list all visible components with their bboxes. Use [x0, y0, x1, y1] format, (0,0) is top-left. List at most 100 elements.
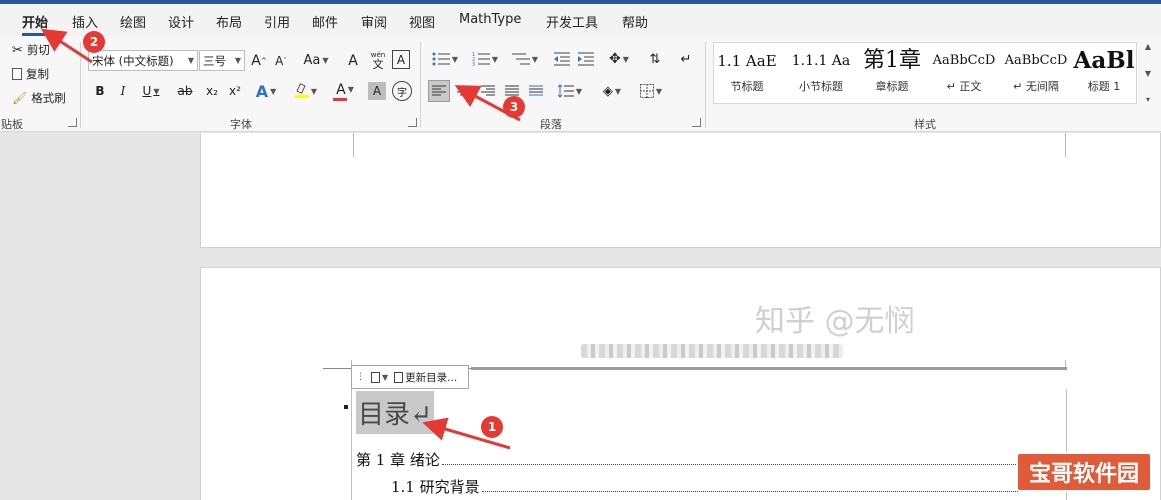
style-sample: AaBbCcD	[932, 53, 996, 68]
chevron-down-icon: ▼	[187, 56, 194, 65]
phonetic-guide-button[interactable]: wén 文	[368, 48, 388, 73]
font-color-button[interactable]: A ▼	[330, 80, 360, 102]
tab-layout[interactable]: 布局	[216, 12, 242, 31]
superscript-button[interactable]: x²	[225, 80, 245, 102]
show-formatting-marks-button[interactable]: ↵	[676, 48, 696, 70]
clear-formatting-button[interactable]: A	[343, 50, 363, 71]
align-left-button[interactable]	[428, 80, 450, 102]
style-chapter-heading[interactable]: 第1章 章标题	[857, 44, 927, 100]
change-case-button[interactable]: Aa ▼	[300, 50, 332, 71]
distributed-button[interactable]	[525, 80, 547, 102]
toc-entry[interactable]: 第 1 章 绪论 7	[356, 449, 1072, 470]
style-sample: 1.1.1 Aa	[791, 53, 851, 69]
styles-scroll[interactable]: ▲ ▼ ▾	[1140, 42, 1156, 104]
shrink-font-button[interactable]: Aˇ	[271, 50, 291, 71]
align-left-icon	[432, 85, 446, 96]
italic-button[interactable]: I	[115, 80, 131, 102]
tab-review[interactable]: 审阅	[361, 12, 387, 31]
multilevel-list-button[interactable]: ▼	[508, 48, 542, 70]
toc-leader-dots	[481, 491, 1061, 492]
drag-handle-icon[interactable]: ⋮	[356, 372, 365, 382]
character-shading-button[interactable]: A	[368, 82, 386, 100]
align-right-button[interactable]	[477, 80, 499, 102]
paragraph-launcher-icon[interactable]	[692, 118, 701, 127]
style-normal[interactable]: AaBbCcD ↵ 正文	[928, 44, 1000, 100]
toc-entry-label: 第 1 章 绪论	[356, 451, 440, 469]
toc-title[interactable]: 目录↵	[356, 391, 434, 434]
enclose-characters-button[interactable]: 字	[392, 81, 412, 101]
character-border-button[interactable]: A	[392, 50, 410, 69]
more-styles-icon[interactable]: ▾	[1146, 95, 1150, 104]
cut-button[interactable]: ✂ 剪切	[12, 42, 50, 58]
underline-button[interactable]: U ▼	[138, 80, 164, 102]
phonetic-guide-icon-bottom: 文	[372, 57, 384, 71]
chevron-down-icon: ▼	[322, 56, 329, 65]
font-color-icon: A	[336, 81, 346, 98]
document-page[interactable]	[200, 133, 1161, 248]
margin-mark	[353, 133, 354, 157]
strikethrough-button[interactable]: ab	[174, 80, 196, 102]
subscript-button[interactable]: x₂	[202, 80, 222, 102]
asian-layout-button[interactable]: ✥ ▼	[603, 48, 635, 70]
shading-button[interactable]: ◈ ▼	[596, 80, 628, 102]
style-name: ↵ 无间隔	[1013, 80, 1059, 93]
sort-button[interactable]: ⇅	[645, 48, 665, 70]
style-sample: 第1章	[863, 48, 921, 73]
chevron-up-icon[interactable]: ▲	[1145, 42, 1151, 51]
style-section-heading[interactable]: 1.1 AaE 节标题	[712, 44, 782, 100]
line-spacing-button[interactable]: ▼	[555, 80, 585, 102]
tab-mailings[interactable]: 邮件	[312, 12, 338, 31]
tab-references[interactable]: 引用	[264, 12, 290, 31]
chevron-down-icon: ▼	[347, 85, 354, 94]
tab-home[interactable]: 开始	[22, 12, 48, 31]
tab-draw[interactable]: 绘图	[120, 12, 146, 31]
chevron-down-icon: ▼	[575, 86, 583, 96]
toc-entry[interactable]: 1.1 研究背景 7	[391, 476, 1072, 497]
enclose-characters-icon: 字	[397, 87, 407, 99]
clipboard-launcher-icon[interactable]	[68, 118, 77, 127]
tab-insert[interactable]: 插入	[72, 12, 98, 31]
bullets-button[interactable]: ▼	[428, 48, 462, 70]
tab-help[interactable]: 帮助	[622, 12, 648, 31]
tab-mathtype[interactable]: MathType	[459, 12, 521, 27]
toc-entry-label: 1.1 研究背景	[391, 478, 480, 496]
bold-button[interactable]: B	[92, 80, 108, 102]
tab-design[interactable]: 设计	[168, 12, 194, 31]
align-center-button[interactable]	[453, 80, 475, 102]
style-name: ↵ 正文	[946, 80, 982, 93]
style-subsection-heading[interactable]: 1.1.1 Aa 小节标题	[786, 44, 856, 100]
font-launcher-icon[interactable]	[408, 118, 417, 127]
font-name-value: 宋体 (中文标题)	[92, 53, 174, 68]
bold-icon: B	[95, 84, 105, 98]
grow-font-button[interactable]: A ^	[249, 50, 269, 71]
text-effects-button[interactable]: A ▼	[252, 80, 280, 102]
highlight-color-button[interactable]: ▼	[290, 80, 322, 102]
font-name-dropdown[interactable]: 宋体 (中文标题) ▼	[88, 50, 198, 71]
style-heading-1[interactable]: AaBl 标题 1	[1072, 44, 1136, 100]
document-area[interactable]: ⋮ ▼ 更新目录... 目录↵ 第 1 章 绪论 7 1.1 研究背景 7	[0, 133, 1161, 500]
update-toc-label: 更新目录...	[405, 371, 458, 384]
character-shading-icon: A	[372, 84, 382, 98]
chevron-down-icon[interactable]: ▼	[1145, 69, 1151, 78]
style-no-spacing[interactable]: AaBbCcD ↵ 无间隔	[1000, 44, 1072, 100]
borders-button[interactable]: ▼	[635, 80, 667, 102]
copy-label: 复制	[26, 67, 49, 81]
superscript-icon: x²	[229, 84, 241, 98]
font-size-dropdown[interactable]: 三号 ▼	[199, 50, 245, 71]
distributed-icon	[529, 85, 543, 96]
tab-view[interactable]: 视图	[409, 12, 435, 31]
increase-indent-button[interactable]	[576, 48, 596, 70]
italic-icon: I	[120, 84, 126, 98]
update-toc-button[interactable]: 更新目录...	[394, 370, 457, 385]
font-size-value: 三号	[203, 53, 226, 68]
numbering-button[interactable]: 123 ▼	[468, 48, 502, 70]
paint-bucket-icon: ◈	[602, 83, 613, 99]
tab-developer[interactable]: 开发工具	[546, 12, 598, 31]
cut-label: 剪切	[26, 43, 50, 57]
decrease-indent-button[interactable]	[552, 48, 572, 70]
scissors-icon: ✂	[12, 42, 23, 58]
toc-menu-button[interactable]: ▼	[371, 371, 388, 383]
format-painter-button[interactable]: 🖌 格式刷	[12, 90, 66, 106]
grow-font-icon: A	[251, 52, 261, 69]
copy-button[interactable]: 复制	[12, 66, 49, 82]
